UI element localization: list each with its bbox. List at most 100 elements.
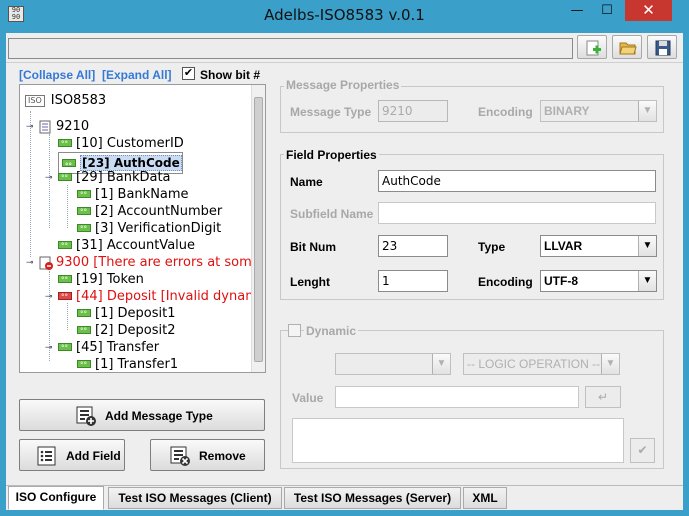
add-message-type-button[interactable]: Add Message Type [19, 399, 265, 431]
tab-iso-configure[interactable]: ISO Configure [8, 486, 104, 510]
field-properties-title: Field Properties [284, 148, 379, 162]
length-input[interactable]: 1 [378, 270, 448, 292]
tree-node-9210[interactable]: 9210 [39, 118, 89, 135]
list-icon [37, 446, 56, 466]
collapse-all-link[interactable]: [Collapse All] [19, 68, 95, 82]
field-icon [77, 187, 91, 204]
message-type-label: Message Type [290, 105, 372, 119]
file-path-field[interactable] [8, 38, 573, 59]
bit-num-input[interactable]: 23 [378, 235, 448, 257]
tree-node-subfield-1[interactable]: [1] BankName [77, 186, 189, 204]
tree-root-label: ISO8583 [50, 93, 107, 108]
field-encoding-label: Encoding [478, 275, 533, 289]
tab-test-client[interactable]: Test ISO Messages (Client) [108, 487, 282, 509]
show-bit-label: Show bit # [200, 68, 260, 82]
app-window: 90 90 Adelbs-ISO8583 v.0.1 — ☐ ✕ [Collaps… [0, 0, 689, 516]
check-icon: ✔ [637, 443, 648, 457]
chevron-down-icon: ▼ [638, 101, 656, 121]
tree-node-deposit1[interactable]: [1] Deposit1 [77, 305, 176, 323]
field-icon [62, 156, 76, 176]
tab-xml[interactable]: XML [463, 487, 507, 509]
add-list-icon [76, 406, 96, 426]
confirm-button[interactable]: ✔ [630, 438, 655, 463]
folder-open-icon [619, 42, 637, 55]
tree-node-deposit2[interactable]: [2] Deposit2 [77, 322, 176, 340]
message-error-icon [39, 256, 53, 270]
field-icon [77, 357, 91, 372]
save-icon [655, 40, 671, 56]
add-message-type-label: Add Message Type [105, 409, 213, 423]
tree-node-field-44[interactable]: [44] Deposit [Invalid dynam [58, 288, 252, 306]
enter-icon: ↵ [597, 390, 609, 404]
open-file-button[interactable] [612, 35, 642, 59]
save-button[interactable] [647, 35, 677, 59]
close-button[interactable]: ✕ [625, 0, 672, 21]
tree-expand-icon[interactable]: ⊸ [45, 173, 54, 182]
maximize-button[interactable]: ☐ [593, 0, 621, 21]
field-encoding-select[interactable]: UTF-8 ▼ [540, 270, 657, 292]
new-file-button[interactable] [577, 35, 607, 59]
minimize-button[interactable]: — [563, 0, 591, 21]
remove-list-icon [170, 446, 190, 466]
tab-test-server[interactable]: Test ISO Messages (Server) [284, 487, 461, 509]
chevron-down-icon: ▼ [432, 354, 450, 374]
toolbar [6, 33, 683, 63]
tab-bar: ISO Configure Test ISO Messages (Client)… [6, 485, 683, 510]
field-icon [77, 306, 91, 323]
type-label: Type [478, 240, 506, 254]
add-field-button[interactable]: Add Field [19, 439, 125, 471]
add-field-label: Add Field [66, 449, 121, 463]
chevron-down-icon: ▼ [601, 354, 619, 374]
message-properties-title: Message Properties [284, 78, 402, 92]
expand-all-link[interactable]: [Expand All] [102, 68, 172, 82]
client-area: [Collapse All] [Expand All] ✔ Show bit #… [6, 33, 683, 510]
dynamic-field-select[interactable]: ▼ [335, 353, 451, 375]
remove-label: Remove [199, 449, 246, 463]
tree-node-subfield-2[interactable]: [2] AccountNumber [77, 203, 222, 221]
message-encoding-select[interactable]: BINARY ▼ [540, 100, 657, 122]
tree-expand-icon[interactable]: ⊸ [45, 292, 54, 301]
tree-expand-icon[interactable]: ⊸ [26, 258, 35, 267]
chevron-down-icon: ▼ [638, 271, 656, 291]
field-error-icon [58, 289, 72, 306]
field-icon [58, 136, 72, 153]
tree-node-field-10[interactable]: [10] CustomerID [58, 135, 184, 153]
field-icon [77, 204, 91, 221]
dynamic-checkbox[interactable] [288, 324, 301, 337]
value-input[interactable] [335, 386, 579, 408]
message-encoding-label: Encoding [478, 105, 533, 119]
tree-node-field-31[interactable]: [31] AccountValue [58, 237, 195, 255]
tree-expand-icon[interactable]: ⊸ [26, 122, 35, 131]
remove-button[interactable]: Remove [150, 439, 265, 471]
tree-node-field-29[interactable]: [29] BankData [58, 169, 171, 187]
tree-line [67, 303, 68, 330]
tree-scrollbar-thumb[interactable] [254, 97, 263, 362]
iso-root-icon: ISO [25, 94, 45, 107]
conditions-text-area[interactable] [292, 418, 624, 463]
tree-node-transfer1[interactable]: [1] Transfer1 [77, 356, 178, 372]
enter-button[interactable]: ↵ [585, 386, 621, 408]
tree-scrollbar[interactable] [251, 85, 265, 372]
chevron-down-icon: ▼ [638, 236, 656, 256]
subfield-name-input[interactable] [378, 202, 656, 224]
field-icon [58, 238, 72, 255]
title-bar: 90 90 Adelbs-ISO8583 v.0.1 — ☐ ✕ [0, 0, 689, 33]
show-bit-checkbox[interactable]: ✔ [182, 67, 195, 80]
value-label: Value [292, 391, 324, 405]
type-select[interactable]: LLVAR ▼ [540, 235, 657, 257]
tree-node-field-19[interactable]: [19] Token [58, 271, 144, 289]
tree-node-9300[interactable]: 9300 [There are errors at som [39, 254, 252, 271]
name-input[interactable]: AuthCode [378, 170, 656, 192]
field-icon [77, 221, 91, 238]
logic-operation-select[interactable]: -- LOGIC OPERATION -- ▼ [463, 353, 620, 375]
tree-expand-icon[interactable]: ⊸ [45, 343, 54, 352]
subfield-name-label: Subfield Name [290, 207, 374, 221]
message-type-input[interactable]: 9210 [378, 100, 448, 122]
tree-node-field-45[interactable]: [45] Transfer [58, 339, 159, 357]
bit-num-label: Bit Num [290, 240, 336, 254]
name-label: Name [290, 175, 323, 189]
tree-node-subfield-3[interactable]: [3] VerificationDigit [77, 220, 221, 238]
field-icon [77, 323, 91, 340]
tree-root[interactable]: ISO ISO8583 [25, 92, 106, 109]
field-icon [58, 170, 72, 187]
